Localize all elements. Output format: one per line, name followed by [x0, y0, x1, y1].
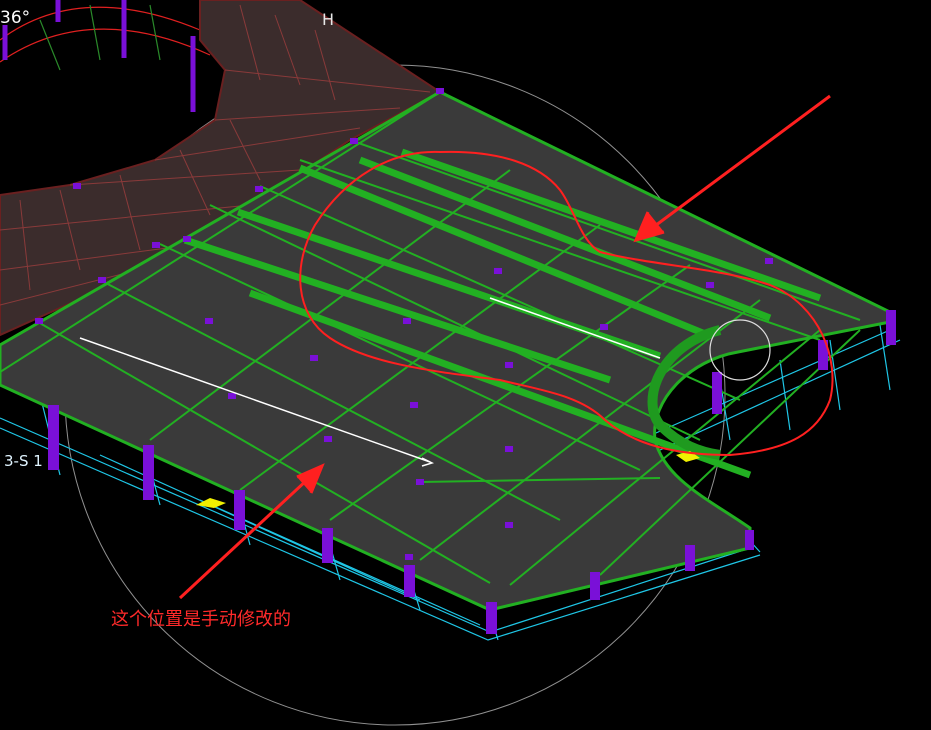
annotation-text: 这个位置是手动修改的: [111, 609, 291, 630]
axis-h-label: H: [322, 10, 335, 29]
view-angle-label: 36°: [0, 8, 31, 28]
ring-frame: [0, 0, 211, 112]
grid-axis-label: 3-S 1: [4, 452, 43, 470]
